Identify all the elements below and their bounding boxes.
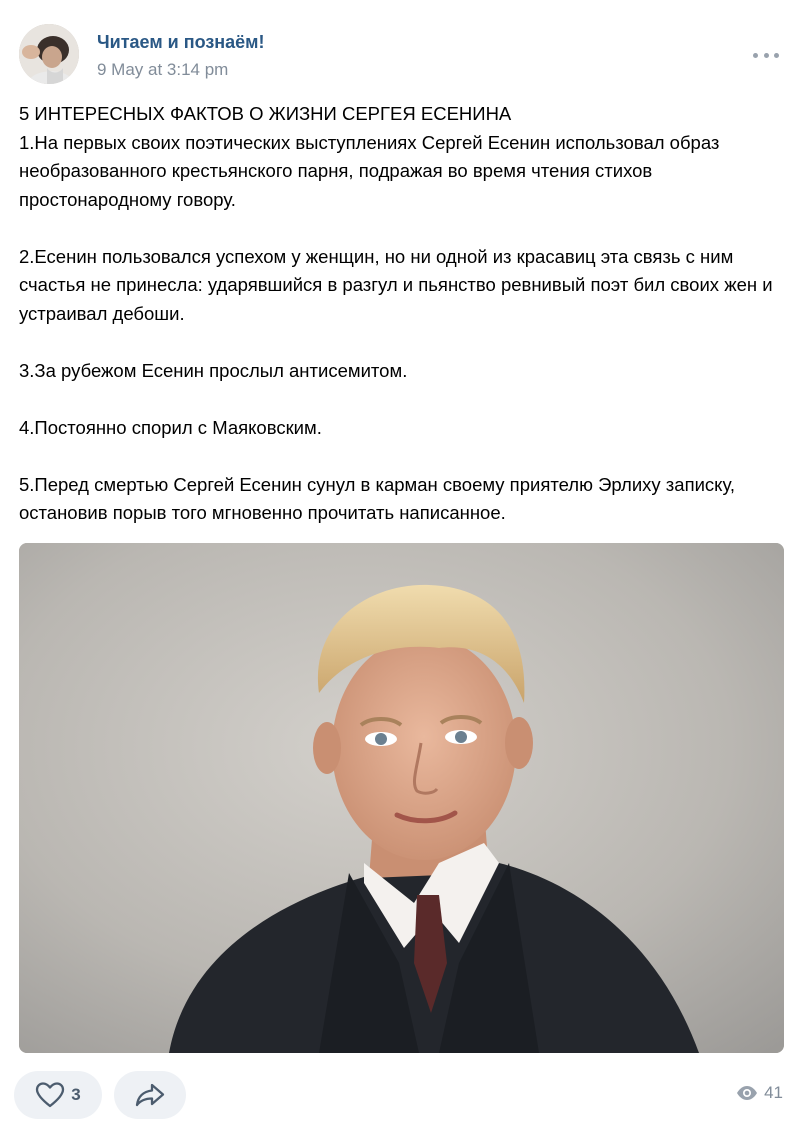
views-count: 41: [764, 1083, 783, 1102]
more-dot: [763, 52, 769, 58]
share-button[interactable]: [114, 1071, 186, 1119]
post-date[interactable]: 9 May at 3:14 pm: [97, 60, 228, 80]
post-text: 5 ИНТЕРЕСНЫХ ФАКТОВ О ЖИЗНИ СЕРГЕЯ ЕСЕНИ…: [19, 100, 789, 528]
portrait-image: [19, 543, 784, 1053]
more-dot: [774, 52, 779, 58]
heart-outline-icon: [36, 1082, 65, 1108]
like-button[interactable]: 3: [14, 1071, 102, 1119]
fact-4: 4.Постоянно спорил с Маяковским.: [19, 416, 322, 438]
fact-5: 5.Перед смертью Сергей Есенин сунул в ка…: [19, 473, 736, 524]
community-name-link[interactable]: Читаем и познаём!: [97, 32, 264, 53]
post-header: Читаем и познаём! 9 May at 3:14 pm: [19, 24, 783, 86]
post-footer: 3 41: [14, 1071, 783, 1119]
eye-icon: [737, 1086, 758, 1100]
more-horizontal-icon[interactable]: [753, 50, 779, 60]
fact-2: 2.Есенин пользовался успехом у женщин, н…: [19, 245, 773, 324]
share-arrow-icon: [135, 1083, 165, 1107]
post-title-line: 5 ИНТЕРЕСНЫХ ФАКТОВ О ЖИЗНИ СЕРГЕЯ ЕСЕНИ…: [19, 103, 512, 124]
fact-1: 1.На первых своих поэтических выступлени…: [19, 131, 720, 210]
post-photo[interactable]: [19, 543, 784, 1053]
community-avatar[interactable]: [19, 24, 79, 84]
avatar-image: [19, 24, 79, 84]
like-count: 3: [71, 1085, 81, 1104]
views-counter: 41: [736, 1083, 783, 1103]
post-card: Читаем и познаём! 9 May at 3:14 pm 5 ИНТ…: [0, 0, 802, 1131]
fact-3: 3.За рубежом Есенин прослыл антисемитом.: [19, 359, 408, 381]
more-dot: [753, 52, 758, 58]
